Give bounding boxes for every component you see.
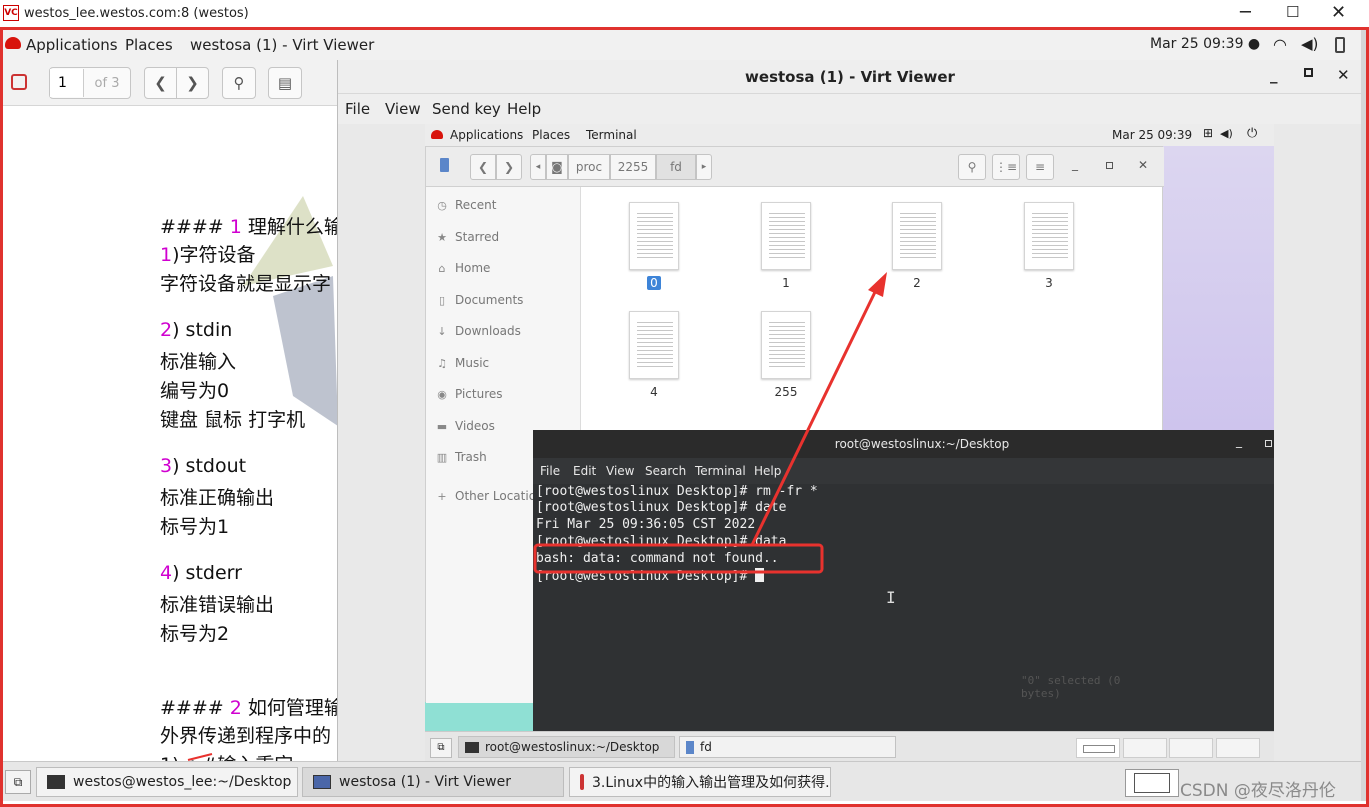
host-task-virt-viewer[interactable]: westosa (1) - Virt Viewer [302, 767, 564, 797]
terminal-icon [47, 775, 65, 789]
evince-icon [580, 774, 584, 790]
host-task-document-viewer[interactable]: 3.Linux中的输入输出管理及如何获得... [569, 767, 831, 797]
monitor-icon [313, 775, 331, 789]
csdn-watermark: CSDN @夜尽洛丹伦 [1180, 781, 1336, 801]
error-highlight-box [533, 543, 824, 574]
arrow-head-icon [868, 272, 887, 297]
show-desktop-icon[interactable]: ⧉ [5, 770, 31, 794]
small-red-annotation-mark [187, 753, 213, 761]
host-task-terminal[interactable]: westos@westos_lee:~/Desktop [36, 767, 298, 797]
annotation-overlay [187, 272, 887, 761]
outer-window-border [1361, 30, 1366, 801]
annotation-arrow [750, 289, 878, 546]
host-taskbar: ⧉ westos@westos_lee:~/Desktop westosa (1… [3, 761, 1361, 801]
workspace-switcher[interactable] [1125, 769, 1179, 797]
